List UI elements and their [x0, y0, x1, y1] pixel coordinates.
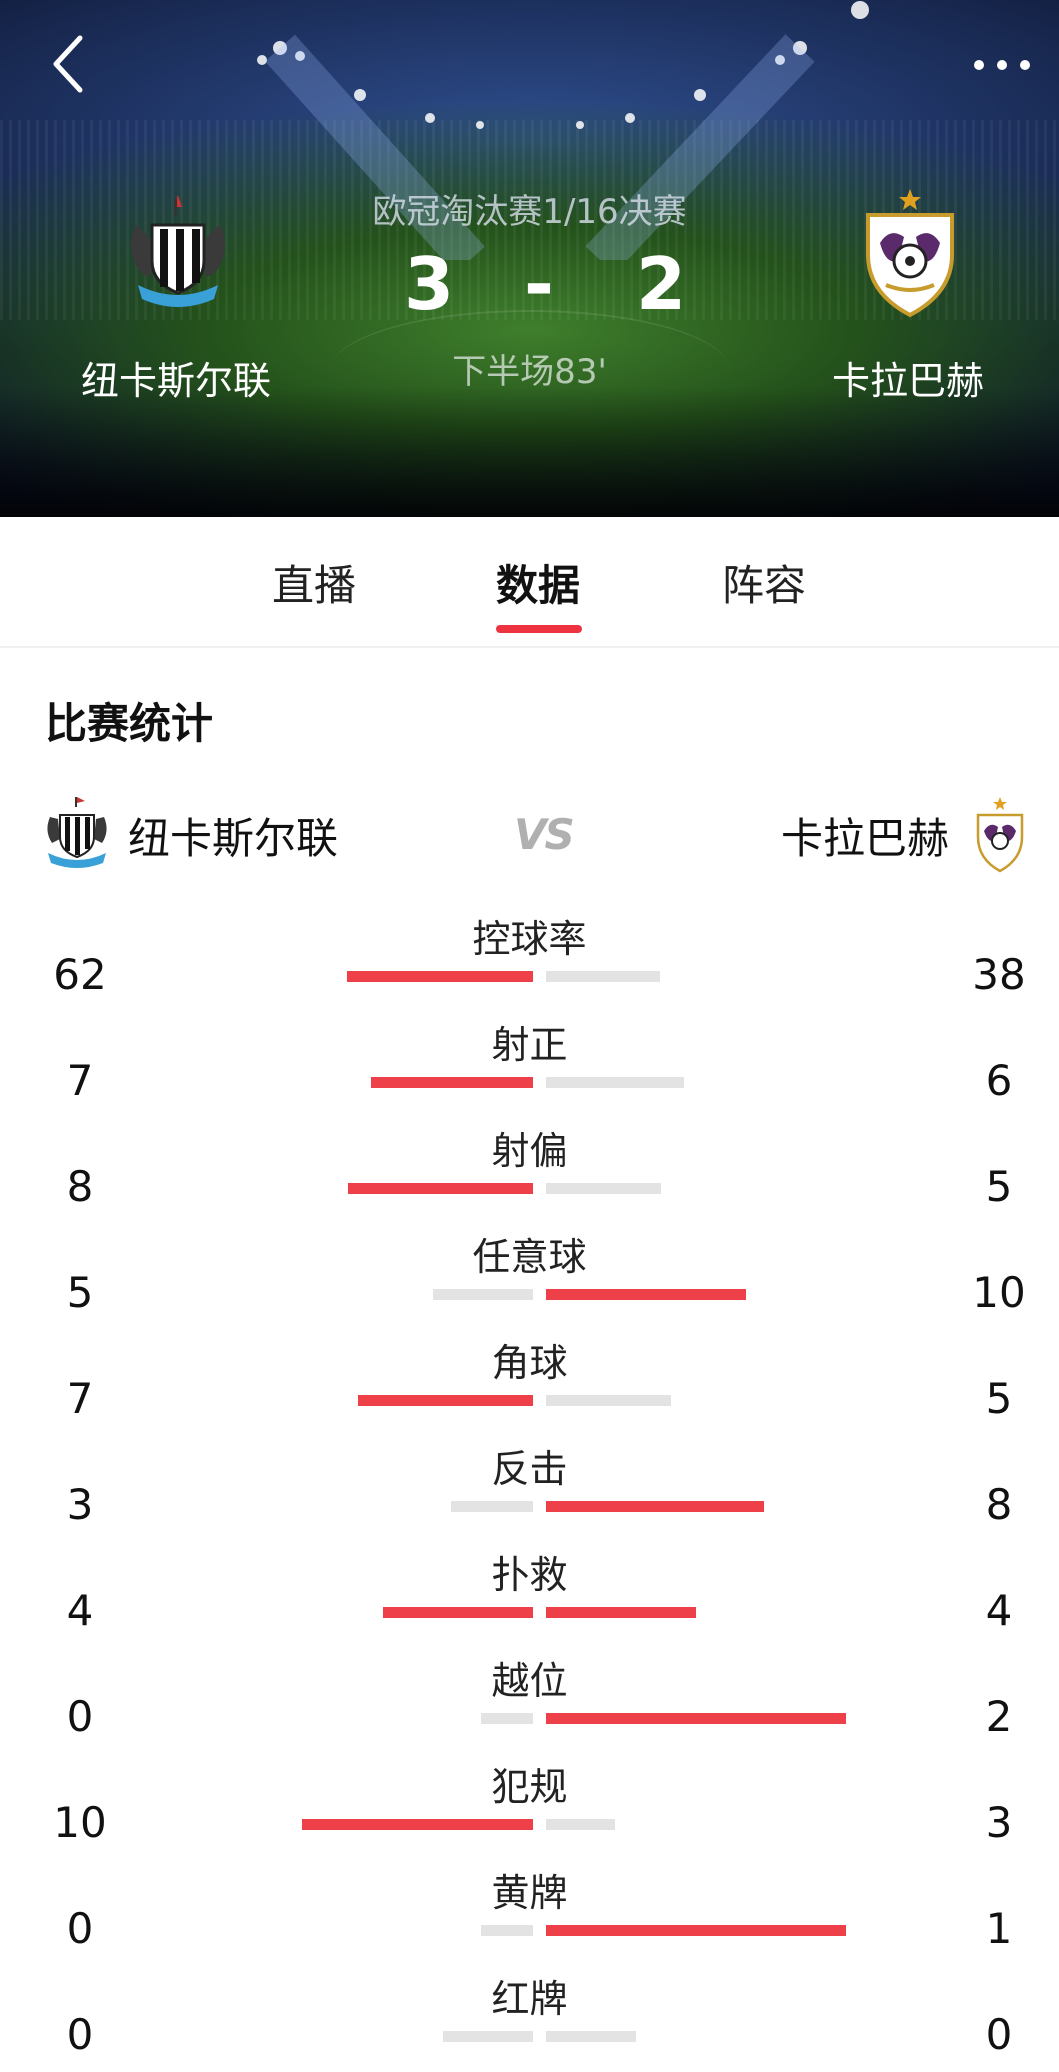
team-compare-row: 纽卡斯尔联 VS 卡拉巴赫: [0, 790, 1059, 890]
divider: [0, 646, 1059, 648]
away-stat-value: 3: [985, 1798, 1013, 1847]
away-stat-bar: [546, 971, 660, 982]
away-stat-value: 4: [985, 1586, 1013, 1635]
stat-row: 扑救 4 4: [0, 1536, 1059, 1642]
stat-row: 越位 0 2: [0, 1642, 1059, 1748]
home-stat-bar: [358, 1395, 533, 1406]
qarabag-crest-icon[interactable]: [840, 185, 980, 325]
away-stat-value: 5: [985, 1162, 1013, 1211]
away-stat-value: 6: [985, 1056, 1013, 1105]
tab-data[interactable]: 数据: [496, 552, 580, 613]
stat-label: 任意球: [472, 1235, 587, 1279]
header-shade: [0, 387, 1059, 517]
home-stat-value: 3: [66, 1480, 94, 1529]
active-tab-indicator: [496, 625, 582, 633]
stat-row: 控球率 62 38: [0, 900, 1059, 1006]
away-stat-bar: [546, 1289, 746, 1300]
away-stat-bar: [546, 2031, 636, 2042]
home-stat-value: 62: [53, 950, 107, 999]
home-stat-bar: [481, 1925, 533, 1936]
away-stat-value: 10: [972, 1268, 1026, 1317]
away-stat-bar: [546, 1501, 764, 1512]
home-stat-value: 7: [66, 1056, 94, 1105]
home-stat-bar: [451, 1501, 533, 1512]
tab-live[interactable]: 直播: [272, 552, 356, 613]
qarabag-small-crest-icon: [976, 797, 1024, 873]
more-icon[interactable]: [969, 50, 1039, 80]
stat-label: 越位: [491, 1659, 568, 1703]
stat-label: 角球: [491, 1341, 568, 1385]
away-score: 2: [636, 242, 687, 326]
stat-row: 黄牌 0 1: [0, 1854, 1059, 1960]
stat-label: 红牌: [491, 1977, 568, 2021]
away-stat-value: 1: [985, 1904, 1013, 1953]
stat-row: 反击 3 8: [0, 1430, 1059, 1536]
away-stat-bar: [546, 1819, 615, 1830]
home-team-label: 纽卡斯尔联: [128, 814, 339, 863]
home-stat-bar: [433, 1289, 533, 1300]
match-header: 欧冠淘汰赛1/16决赛 纽卡斯尔联 3 - 2 下半场83' 卡拉巴赫: [0, 0, 1059, 517]
stat-label: 控球率: [472, 917, 587, 961]
home-stat-value: 0: [66, 1904, 94, 1953]
newcastle-small-crest-icon: [47, 797, 107, 868]
home-stat-bar: [348, 1183, 533, 1194]
home-stat-value: 0: [66, 1692, 94, 1741]
stat-label: 射偏: [491, 1129, 568, 1173]
home-stat-value: 5: [66, 1268, 94, 1317]
tab-lineup[interactable]: 阵容: [722, 552, 806, 613]
away-stat-value: 38: [972, 950, 1026, 999]
away-stat-bar: [546, 1183, 661, 1194]
stat-label: 扑救: [491, 1553, 568, 1597]
home-stat-value: 10: [53, 1798, 107, 1847]
score-separator: -: [524, 242, 554, 326]
stat-row: 射偏 8 5: [0, 1112, 1059, 1218]
away-stat-value: 2: [985, 1692, 1013, 1741]
back-icon[interactable]: [40, 28, 100, 100]
stat-row: 任意球 5 10: [0, 1218, 1059, 1324]
home-stat-value: 8: [66, 1162, 94, 1211]
section-title: 比赛统计: [45, 699, 214, 748]
home-stat-bar: [443, 2031, 533, 2042]
tab-bar: 直播 数据 阵容: [0, 517, 1059, 645]
stat-label: 反击: [491, 1447, 568, 1491]
newcastle-crest-icon[interactable]: [108, 185, 248, 325]
stat-row: 红牌 0 0: [0, 1960, 1059, 2066]
home-stat-bar: [347, 971, 533, 982]
home-stat-value: 0: [66, 2010, 94, 2059]
home-stat-bar: [302, 1819, 533, 1830]
home-stat-value: 4: [66, 1586, 94, 1635]
stat-row: 射正 7 6: [0, 1006, 1059, 1112]
away-stat-value: 8: [985, 1480, 1013, 1529]
stat-row: 角球 7 5: [0, 1324, 1059, 1430]
home-score: 3: [404, 242, 455, 326]
home-stat-bar: [383, 1607, 533, 1618]
vs-label: VS: [514, 810, 575, 859]
stat-label: 射正: [491, 1023, 568, 1067]
away-stat-value: 0: [985, 2010, 1013, 2059]
stat-label: 黄牌: [491, 1871, 568, 1915]
away-stat-bar: [546, 1925, 846, 1936]
away-stat-bar: [546, 1607, 696, 1618]
stat-row: 犯规 10 3: [0, 1748, 1059, 1854]
away-team-name: 卡拉巴赫: [831, 359, 984, 403]
home-stat-bar: [481, 1713, 533, 1724]
home-stat-bar: [371, 1077, 533, 1088]
away-team-label: 卡拉巴赫: [780, 814, 949, 863]
away-stat-bar: [546, 1077, 684, 1088]
away-stat-value: 5: [985, 1374, 1013, 1423]
away-stat-bar: [546, 1395, 671, 1406]
stat-label: 犯规: [491, 1765, 568, 1809]
home-stat-value: 7: [66, 1374, 94, 1423]
away-stat-bar: [546, 1713, 846, 1724]
